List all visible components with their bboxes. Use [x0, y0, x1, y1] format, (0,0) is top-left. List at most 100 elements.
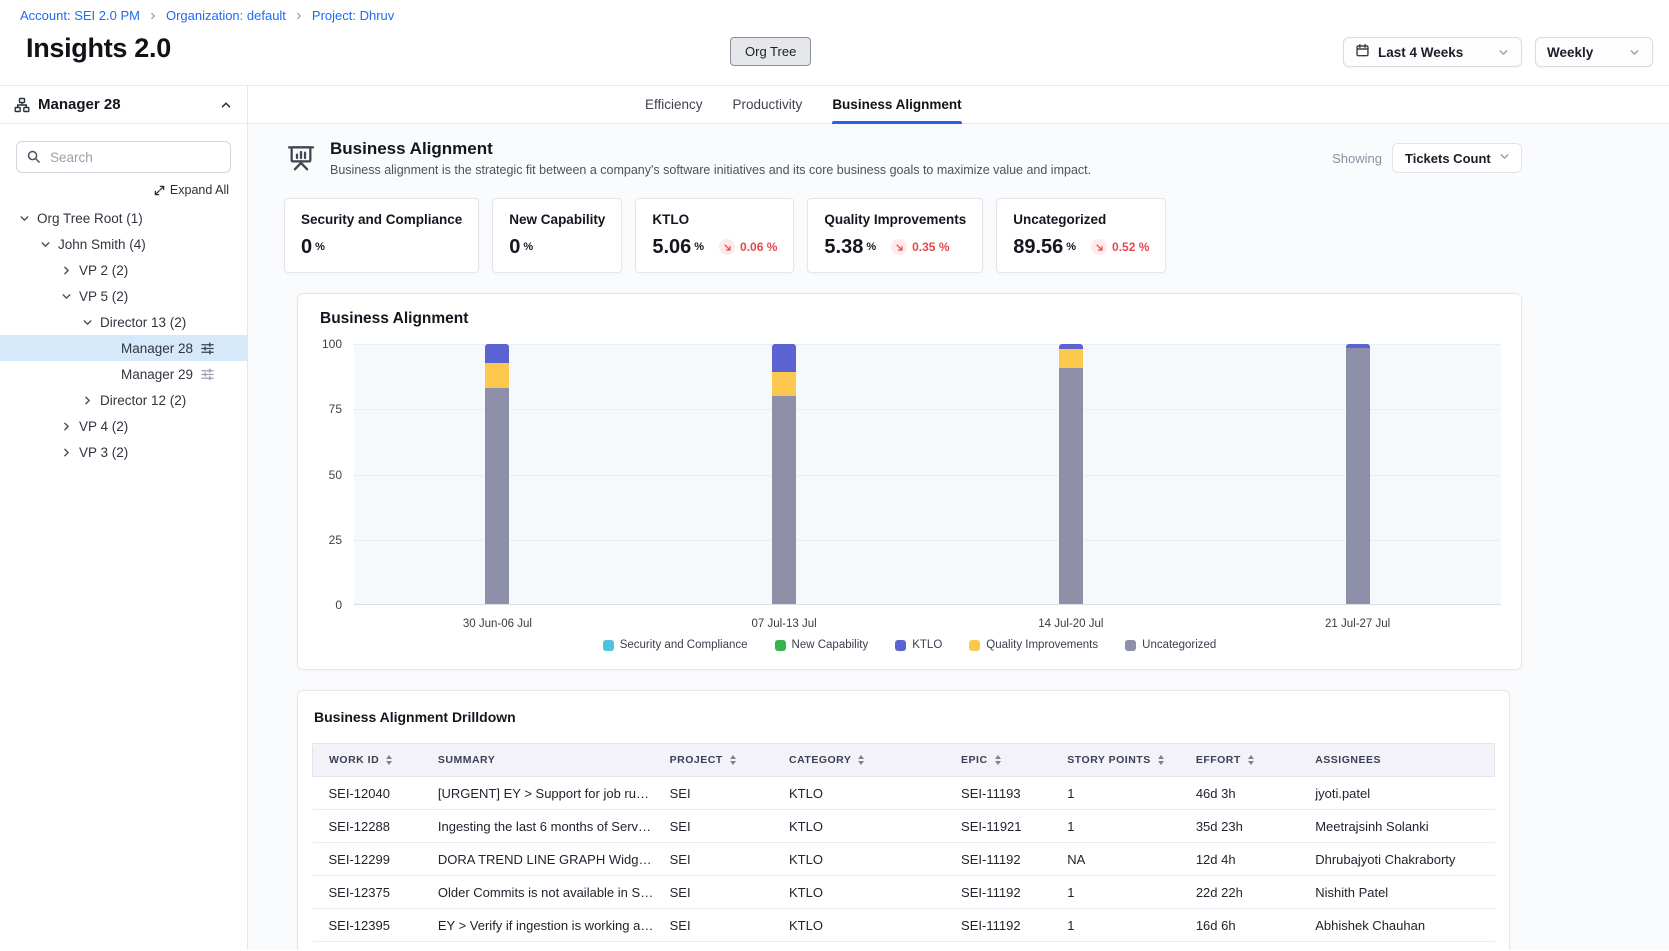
cell-project: SEI [662, 777, 781, 810]
legend-item-new-capability[interactable]: New Capability [775, 639, 869, 651]
x-tick-label: 30 Jun-06 Jul [463, 618, 532, 630]
org-tree-button[interactable]: Org Tree [730, 37, 811, 66]
cell-epic: SEI-11192 [953, 876, 1059, 909]
tree-item-manager-28[interactable]: Manager 28 [0, 335, 247, 361]
bar-30-jun-06-jul[interactable] [485, 344, 509, 604]
card-unit: % [1066, 241, 1076, 253]
filter-settings-icon[interactable] [200, 341, 215, 356]
chevron-down-icon[interactable] [58, 288, 75, 305]
bar-14-jul-20-jul[interactable] [1059, 344, 1083, 604]
tree-item-director-12-2[interactable]: Director 12 (2) [0, 387, 247, 413]
breadcrumb-link-organization[interactable]: Organization: default [166, 8, 286, 23]
column-header-label: EPIC [961, 754, 988, 766]
search-input[interactable] [16, 141, 231, 173]
business-alignment-chart-card: Business Alignment 1007550250 30 Jun-06 … [297, 293, 1522, 670]
bar-segment-quality-improvements [1059, 349, 1083, 368]
sort-icon[interactable] [386, 755, 392, 765]
bar-segment-ktlo [1059, 344, 1083, 349]
cell-category: KTLO [781, 810, 953, 843]
cell-epic: SEI-11193 [953, 777, 1059, 810]
column-header-inner: CATEGORY [789, 754, 864, 766]
tab-business-alignment[interactable]: Business Alignment [832, 86, 961, 123]
legend-item-security-and-compliance[interactable]: Security and Compliance [603, 639, 748, 651]
tree-item-label: Manager 28 [121, 341, 193, 356]
column-header-effort[interactable]: EFFORT [1188, 744, 1307, 777]
column-header-work-id[interactable]: WORK ID [313, 744, 430, 777]
legend-item-uncategorized[interactable]: Uncategorized [1125, 639, 1216, 651]
tree-item-vp-3-2[interactable]: VP 3 (2) [0, 439, 247, 465]
legend-item-quality-improvements[interactable]: Quality Improvements [969, 639, 1098, 651]
sort-icon[interactable] [1158, 755, 1164, 765]
bar-segment-uncategorized [1059, 368, 1083, 604]
tree-item-org-tree-root-1[interactable]: Org Tree Root (1) [0, 205, 247, 231]
bar-21-jul-27-jul[interactable] [1346, 344, 1370, 604]
y-tick-label: 25 [329, 533, 342, 547]
expand-all-label: Expand All [170, 183, 229, 197]
column-header-epic[interactable]: EPIC [953, 744, 1059, 777]
legend-swatch [969, 640, 980, 651]
tree-item-manager-29[interactable]: Manager 29 [0, 361, 247, 387]
tree-item-label: VP 2 (2) [79, 263, 128, 278]
chevron-right-icon[interactable] [58, 444, 75, 461]
table-row: SEI-12040[URGENT] EY > Support for job r… [313, 777, 1495, 810]
tree-item-vp-2-2[interactable]: VP 2 (2) [0, 257, 247, 283]
date-range-select[interactable]: Last 4 Weeks [1343, 37, 1522, 67]
chevron-spacer [100, 366, 117, 383]
tab-productivity[interactable]: Productivity [733, 86, 803, 123]
legend-swatch [1125, 640, 1136, 651]
legend-item-ktlo[interactable]: KTLO [895, 639, 942, 651]
chevron-down-icon[interactable] [16, 210, 33, 227]
tab-efficiency[interactable]: Efficiency [645, 86, 703, 123]
column-header-inner: PROJECT [670, 754, 736, 766]
sort-icon[interactable] [730, 755, 736, 765]
column-header-project[interactable]: PROJECT [662, 744, 781, 777]
column-header-inner: STORY POINTS [1067, 754, 1163, 766]
card-unit: % [694, 241, 704, 253]
tree-item-vp-5-2[interactable]: VP 5 (2) [0, 283, 247, 309]
card-value: 5.38 [824, 237, 863, 257]
cell-epic: SEI-11192 [953, 909, 1059, 942]
breadcrumb-link-project[interactable]: Project: Dhruv [312, 8, 394, 23]
chevron-right-icon[interactable] [58, 418, 75, 435]
sort-icon[interactable] [995, 755, 1001, 765]
card-value: 89.56 [1013, 237, 1063, 257]
bar-07-jul-13-jul[interactable] [772, 344, 796, 604]
table-row: SEI-12299DORA TREND LINE GRAPH Widgets i… [313, 843, 1495, 876]
showing-select[interactable]: Tickets Count [1392, 143, 1522, 173]
chevron-down-icon[interactable] [37, 236, 54, 253]
section-text: Business Alignment Business alignment is… [330, 139, 1091, 177]
tree-item-label: Director 13 (2) [100, 315, 186, 330]
tree-item-vp-4-2[interactable]: VP 4 (2) [0, 413, 247, 439]
collapse-sidebar-button[interactable] [219, 98, 233, 112]
tree-item-director-13-2[interactable]: Director 13 (2) [0, 309, 247, 335]
sort-icon[interactable] [1248, 755, 1254, 765]
column-header-story-points[interactable]: STORY POINTS [1059, 744, 1188, 777]
column-header-category[interactable]: CATEGORY [781, 744, 953, 777]
chevron-right-icon[interactable] [58, 262, 75, 279]
sort-icon[interactable] [858, 755, 864, 765]
cell-category: KTLO [781, 843, 953, 876]
tab-bar: Efficiency Productivity Business Alignment [248, 86, 1669, 124]
cell-work-id: SEI-12040 [313, 777, 430, 810]
cell-work-id: SEI-12299 [313, 843, 430, 876]
y-tick-label: 50 [329, 468, 342, 482]
granularity-select[interactable]: Weekly [1535, 37, 1653, 67]
cell-summary: EY > Verify if ingestion is working as e… [430, 909, 662, 942]
column-header-label: ASSIGNEES [1315, 754, 1381, 766]
table-row: SEI-12288Ingesting the last 6 months of … [313, 810, 1495, 843]
legend-label: KTLO [912, 639, 942, 651]
column-header-inner: SUMMARY [438, 754, 495, 766]
gridline [354, 409, 1501, 410]
tree-item-john-smith-4[interactable]: John Smith (4) [0, 231, 247, 257]
bar-segment-quality-improvements [772, 372, 796, 396]
gridline [354, 540, 1501, 541]
chart-legend: Security and Compliance New Capability KTL… [318, 637, 1501, 659]
chevron-down-icon[interactable] [79, 314, 96, 331]
filter-settings-icon[interactable] [200, 367, 215, 382]
card-value: 0 [509, 237, 520, 257]
breadcrumb-link-account[interactable]: Account: SEI 2.0 PM [20, 8, 140, 23]
chevron-right-icon[interactable] [79, 392, 96, 409]
expand-all-button[interactable]: Expand All [0, 183, 229, 197]
summary-card-ktlo: KTLO5.06%0.06 % [635, 198, 794, 273]
trend-down-icon [719, 239, 735, 255]
